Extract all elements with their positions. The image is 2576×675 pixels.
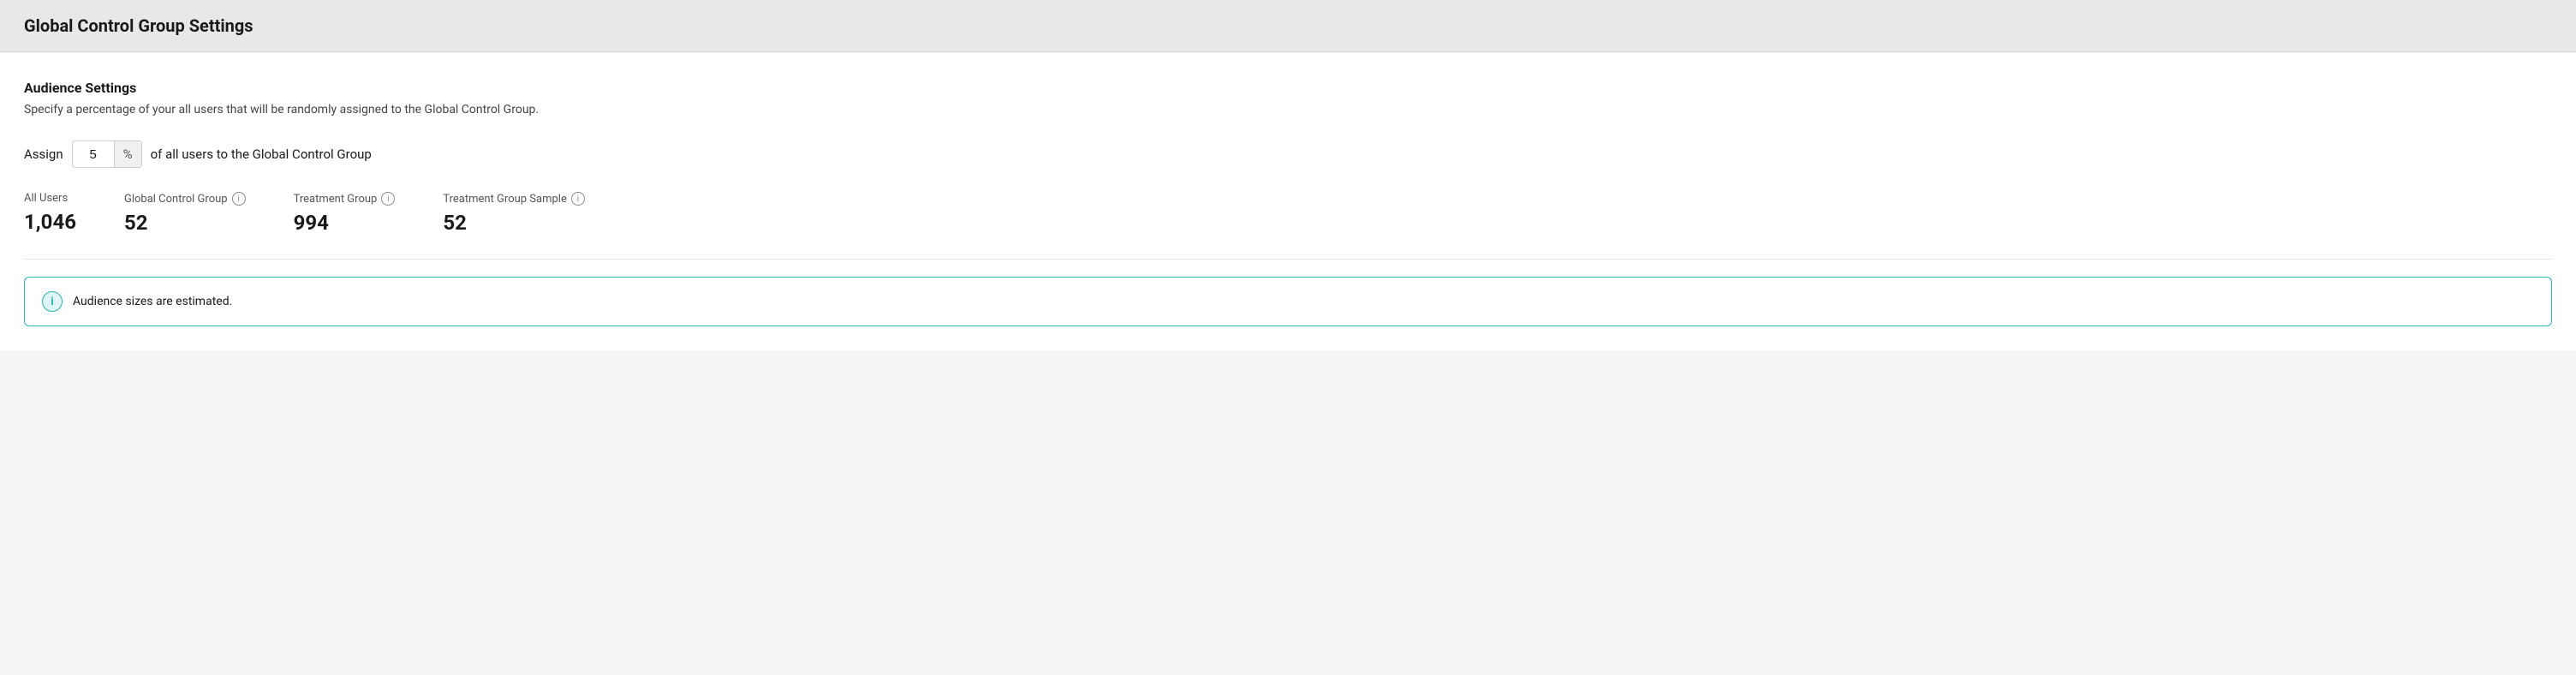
stat-label-text: Treatment Group Sample xyxy=(443,193,567,206)
assign-row: Assign % of all users to the Global Cont… xyxy=(24,140,2552,168)
stats-row: All Users1,046Global Control Groupi52Tre… xyxy=(24,192,2552,235)
info-icon[interactable]: i xyxy=(381,192,395,206)
notice-info-icon: i xyxy=(42,291,63,312)
stat-item: All Users 1,046 xyxy=(24,192,76,234)
info-icon[interactable]: i xyxy=(571,192,585,206)
divider xyxy=(24,259,2552,260)
stat-label-row: Global Control Group i xyxy=(124,192,246,206)
stat-value: 52 xyxy=(443,211,585,235)
page-title: Global Control Group Settings xyxy=(24,15,253,36)
stat-label-text: All Users xyxy=(24,192,68,205)
notice-text: Audience sizes are estimated. xyxy=(73,295,232,308)
info-icon[interactable]: i xyxy=(232,192,246,206)
stat-label-text: Global Control Group xyxy=(124,193,228,206)
stat-label-row: Treatment Group Sample i xyxy=(443,192,585,206)
stat-label-row: Treatment Groupi xyxy=(294,192,396,206)
stat-item: Global Control Group i 52 xyxy=(124,192,246,235)
page-content: Audience Settings Specify a percentage o… xyxy=(0,52,2576,350)
audience-settings-section: Audience Settings Specify a percentage o… xyxy=(24,80,2552,235)
assign-percentage-input[interactable] xyxy=(73,142,114,167)
stat-value: 994 xyxy=(294,211,396,235)
stat-item: Treatment Groupi 994 xyxy=(294,192,396,235)
page-header: Global Control Group Settings xyxy=(0,0,2576,52)
section-description: Specify a percentage of your all users t… xyxy=(24,103,2552,116)
assign-suffix-label: of all users to the Global Control Group xyxy=(151,146,372,162)
stat-label-text: Treatment Group xyxy=(294,193,378,206)
assign-label: Assign xyxy=(24,146,63,162)
stat-item: Treatment Group Sample i 52 xyxy=(443,192,585,235)
assign-percent-symbol: % xyxy=(114,141,141,167)
assign-input-wrapper: % xyxy=(72,140,142,168)
stat-label-row: All Users xyxy=(24,192,76,205)
stat-value: 1,046 xyxy=(24,210,76,234)
stat-value: 52 xyxy=(124,211,246,235)
section-title: Audience Settings xyxy=(24,80,2552,96)
notice-box: i Audience sizes are estimated. xyxy=(24,277,2552,326)
